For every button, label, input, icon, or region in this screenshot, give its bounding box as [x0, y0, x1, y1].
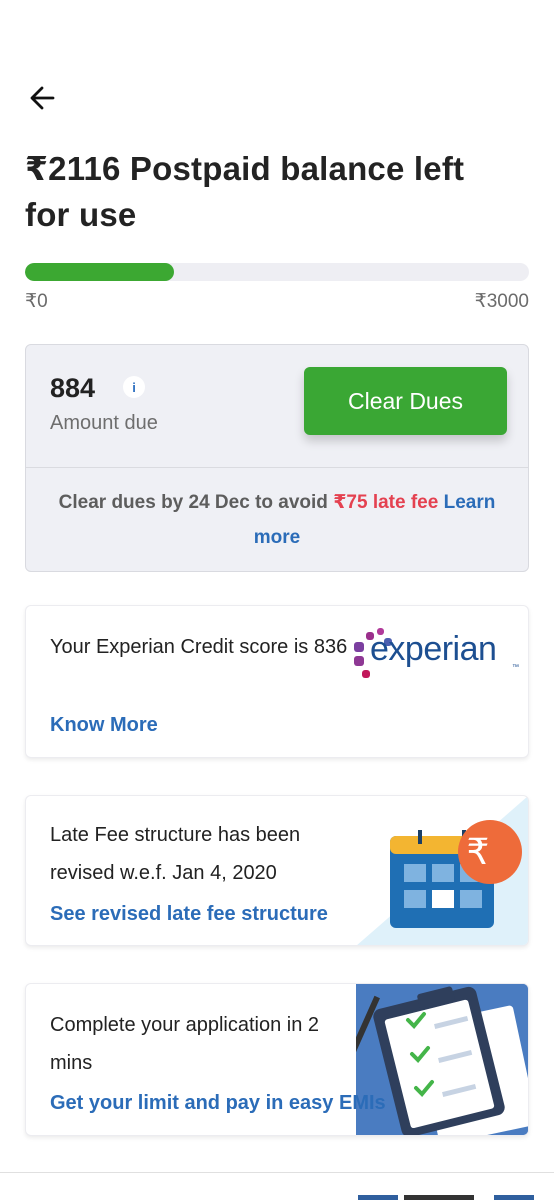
experian-tm: ™ [512, 664, 519, 671]
easy-emi-link[interactable]: Get your limit and pay in easy EMIs [50, 1092, 386, 1115]
amount-due-value: 884 [50, 373, 96, 403]
know-more-link[interactable]: Know More [50, 714, 158, 737]
late-fee-text: Late Fee structure has been revised w.e.… [50, 824, 301, 884]
back-button[interactable] [24, 80, 60, 116]
credit-score-card[interactable]: Your Experian Credit score is 836 Know M… [25, 605, 529, 758]
amount-due-label: Amount due [50, 412, 158, 434]
balance-max-label: ₹3000 [474, 291, 529, 312]
late-fee-amount: ₹75 late fee [333, 492, 439, 513]
experian-logo: experian ™ [348, 628, 520, 692]
revised-fee-link[interactable]: See revised late fee structure [50, 903, 328, 926]
rupee-badge-symbol: ₹ [466, 831, 490, 872]
credit-score-text: Your Experian Credit score is 836 [50, 636, 348, 658]
experian-logo-text: experian [370, 630, 497, 668]
balance-progress-bar [25, 263, 529, 281]
late-fee-card[interactable]: Late Fee structure has been revised w.e.… [25, 795, 529, 946]
info-icon[interactable]: i [123, 376, 145, 398]
clear-dues-button[interactable]: Clear Dues [304, 367, 507, 435]
application-text: Complete your application in 2 mins [50, 1014, 320, 1074]
due-date-note: Clear dues by 24 Dec to avoid ₹75 late f… [44, 485, 510, 555]
back-arrow-icon [30, 86, 55, 110]
application-card[interactable]: Complete your application in 2 mins Get … [25, 983, 529, 1136]
bottom-divider [0, 1172, 554, 1173]
page-title: ₹2116 Postpaid balance left for use [25, 150, 465, 233]
next-card-peek [358, 1195, 534, 1200]
amount-due-card: 884 i Amount due Clear Dues Clear dues b… [25, 344, 529, 572]
balance-progress-fill [25, 263, 174, 281]
due-note-text: Clear dues by 24 Dec to avoid [58, 492, 334, 513]
balance-min-label: ₹0 [25, 291, 48, 312]
divider [26, 467, 528, 468]
